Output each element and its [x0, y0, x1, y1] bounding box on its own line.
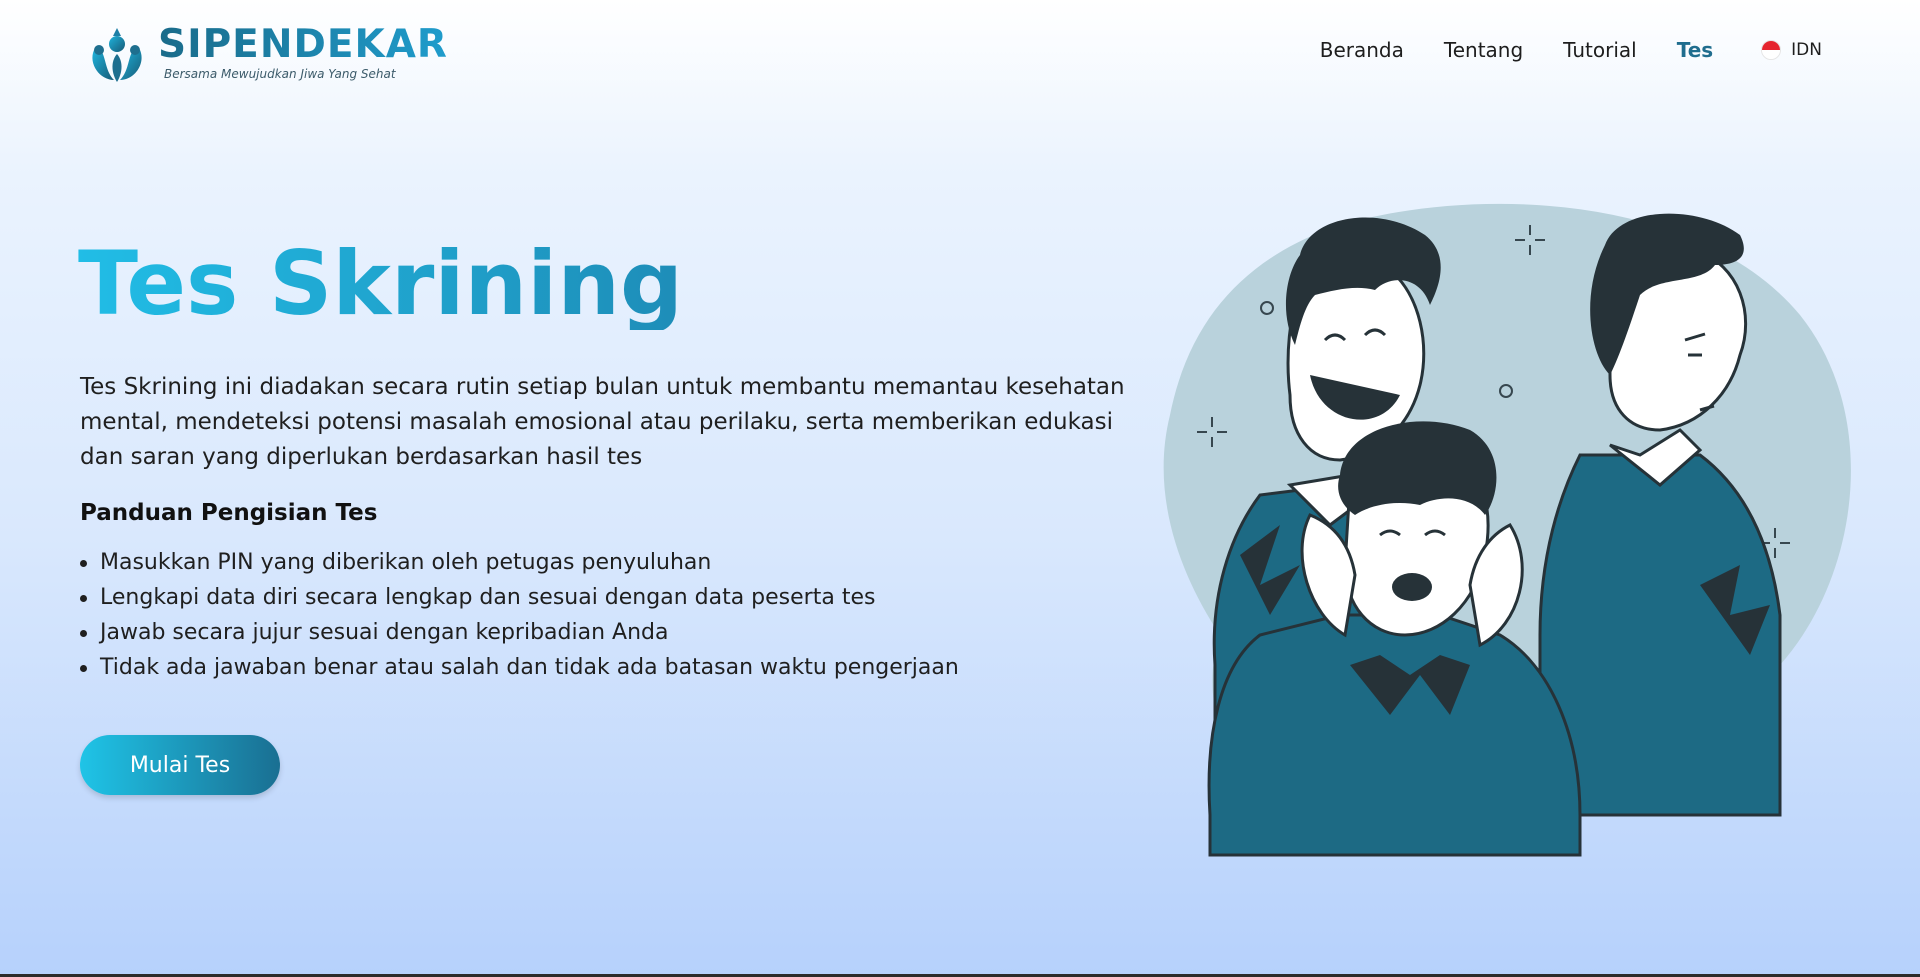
screening-illustration [1163, 203, 1851, 857]
brand-tagline: Bersama Mewujudkan Jiwa Yang Sehat [164, 67, 396, 81]
nav-item-tes[interactable]: Tes [1677, 38, 1713, 62]
language-selector[interactable]: IDN [1761, 40, 1822, 60]
site-header: SIPENDEKAR Bersama Mewujudkan Jiwa Yang … [0, 0, 1920, 100]
guide-list-item: Lengkapi data diri secara lengkap dan se… [80, 580, 959, 615]
brand-logo-icon [92, 28, 142, 82]
guide-list: Masukkan PIN yang diberikan oleh petugas… [80, 545, 959, 685]
brand-name: SIPENDEKAR [158, 22, 448, 67]
hero-description: Tes Skrining ini diadakan secara rutin s… [80, 374, 1125, 470]
language-label: IDN [1791, 40, 1822, 60]
start-test-button[interactable]: Mulai Tes [80, 735, 280, 795]
brand-logo[interactable]: SIPENDEKAR Bersama Mewujudkan Jiwa Yang … [84, 20, 448, 86]
guide-list-item: Masukkan PIN yang diberikan oleh petugas… [80, 545, 959, 580]
nav-item-tentang[interactable]: Tentang [1444, 38, 1523, 62]
nav-item-beranda[interactable]: Beranda [1320, 38, 1404, 62]
guide-list-item: Jawab secara jujur sesuai dengan kepriba… [80, 615, 959, 650]
guide-title: Panduan Pengisian Tes [80, 500, 378, 526]
nav-item-tutorial[interactable]: Tutorial [1563, 38, 1637, 62]
main-nav: Beranda Tentang Tutorial Tes IDN [1280, 38, 1822, 62]
indonesia-flag-icon [1761, 40, 1782, 60]
guide-list-item: Tidak ada jawaban benar atau salah dan t… [80, 650, 959, 685]
page-title: Tes Skrining [78, 232, 683, 335]
